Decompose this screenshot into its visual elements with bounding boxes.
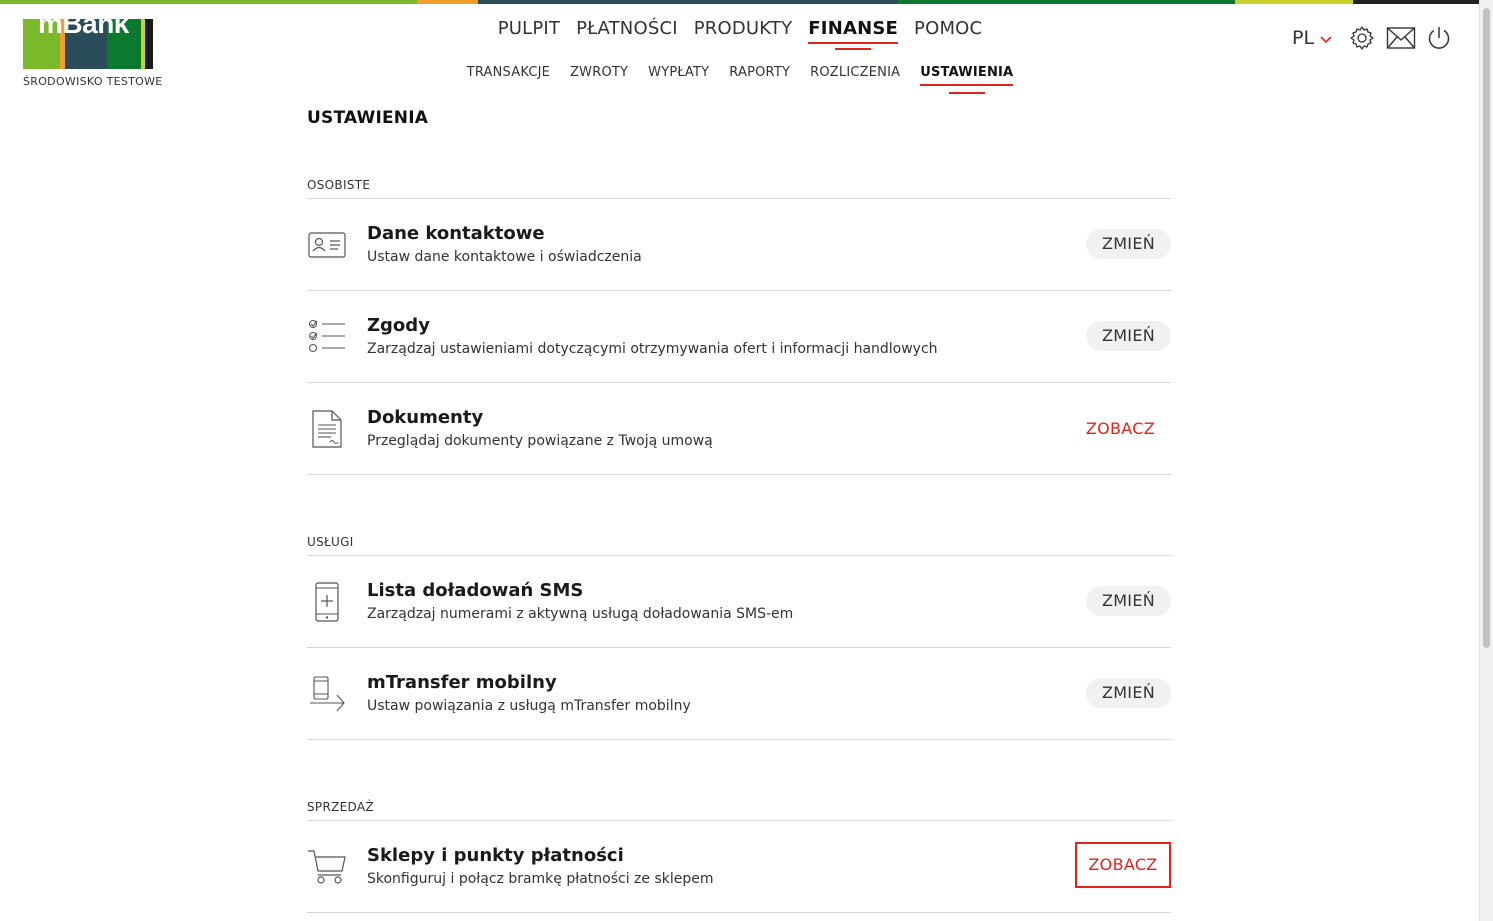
- row-title: mTransfer mobilny: [367, 672, 557, 693]
- settings-row-consents: Zgody Zarządzaj ustawieniami dotyczącymi…: [307, 291, 1171, 383]
- change-button[interactable]: ZMIEŃ: [1085, 321, 1171, 351]
- gear-icon[interactable]: [1348, 24, 1376, 52]
- row-title: Sklepy i punkty płatności: [367, 845, 624, 866]
- cart-icon: [307, 845, 347, 889]
- contact-card-icon: [307, 223, 347, 267]
- subnav-transakcje[interactable]: TRANSAKCJE: [467, 65, 550, 80]
- subnav-rozliczenia[interactable]: ROZLICZENIA: [810, 65, 900, 80]
- row-description: Skonfiguruj i połącz bramkę płatności ze…: [367, 871, 714, 887]
- nav-produkty[interactable]: PRODUKTY: [694, 18, 793, 39]
- row-title: Zgody: [367, 315, 430, 336]
- change-button[interactable]: ZMIEŃ: [1085, 586, 1171, 616]
- row-title: Dokumenty: [367, 407, 484, 428]
- main-nav: PULPIT PŁATNOŚCI PRODUKTY FINANSE POMOC: [0, 18, 1480, 44]
- settings-row-mtransfer: mTransfer mobilny Ustaw powiązania z usł…: [307, 648, 1171, 740]
- scrollbar[interactable]: [1479, 0, 1493, 921]
- scrollbar-thumb[interactable]: [1483, 8, 1490, 648]
- nav-platnosci[interactable]: PŁATNOŚCI: [576, 18, 678, 39]
- section-label: OSOBISTE: [307, 178, 371, 192]
- language-selector[interactable]: PL: [1292, 27, 1342, 49]
- subnav-ustawienia[interactable]: USTAWIENIA: [920, 65, 1014, 86]
- phone-plus-icon: [307, 580, 347, 624]
- section-services: USŁUGI Lista doładowań SMS Zarządzaj num…: [307, 531, 1171, 740]
- top-color-stripe: [0, 0, 1480, 4]
- subnav-zwroty[interactable]: ZWROTY: [570, 65, 628, 80]
- header-actions: PL: [1292, 24, 1452, 52]
- page-title: USTAWIENIA: [307, 108, 429, 128]
- mail-icon[interactable]: [1386, 26, 1416, 50]
- sub-nav: TRANSAKCJE ZWROTY WYPŁATY RAPORTY ROZLIC…: [0, 65, 1480, 86]
- row-title: Dane kontaktowe: [367, 223, 545, 244]
- row-description: Ustaw powiązania z usługą mTransfer mobi…: [367, 698, 691, 714]
- subnav-raporty[interactable]: RAPORTY: [729, 65, 790, 80]
- settings-content: USTAWIENIA OSOBISTE Dane kontaktowe Usta…: [307, 108, 1171, 913]
- section-label: SPRZEDAŻ: [307, 800, 374, 814]
- checklist-icon: [307, 315, 347, 359]
- nav-pulpit[interactable]: PULPIT: [498, 18, 560, 39]
- view-button[interactable]: ZOBACZ: [1075, 842, 1171, 888]
- view-button[interactable]: ZOBACZ: [1086, 419, 1155, 438]
- section-label: USŁUGI: [307, 535, 354, 549]
- row-description: Zarządzaj ustawieniami dotyczącymi otrzy…: [367, 341, 938, 357]
- chevron-down-icon: [1320, 27, 1332, 49]
- change-button[interactable]: ZMIEŃ: [1085, 229, 1171, 259]
- row-description: Zarządzaj numerami z aktywną usługą doła…: [367, 606, 794, 622]
- nav-finanse[interactable]: FINANSE: [808, 18, 898, 44]
- section-personal: OSOBISTE Dane kontaktowe Ustaw dane kont…: [307, 174, 1171, 475]
- subnav-wyplaty[interactable]: WYPŁATY: [648, 65, 709, 80]
- phone-transfer-icon: [307, 672, 347, 716]
- settings-row-documents: Dokumenty Przeglądaj dokumenty powiązane…: [307, 383, 1171, 475]
- language-label: PL: [1292, 27, 1315, 49]
- nav-pomoc[interactable]: POMOC: [914, 18, 982, 39]
- power-icon[interactable]: [1426, 25, 1452, 51]
- settings-row-contact: Dane kontaktowe Ustaw dane kontaktowe i …: [307, 199, 1171, 291]
- row-description: Ustaw dane kontaktowe i oświadczenia: [367, 249, 642, 265]
- document-icon: [307, 407, 347, 451]
- row-description: Przeglądaj dokumenty powiązane z Twoją u…: [367, 433, 713, 449]
- section-sales: SPRZEDAŻ Sklepy i punkty płatności Skonf…: [307, 796, 1171, 913]
- row-title: Lista doładowań SMS: [367, 580, 584, 601]
- settings-row-shops: Sklepy i punkty płatności Skonfiguruj i …: [307, 821, 1171, 913]
- settings-row-sms: Lista doładowań SMS Zarządzaj numerami z…: [307, 556, 1171, 648]
- change-button[interactable]: ZMIEŃ: [1085, 678, 1171, 708]
